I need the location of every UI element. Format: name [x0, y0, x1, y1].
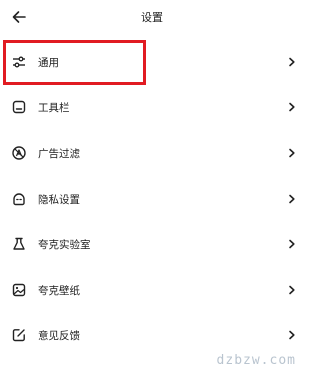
watermark: dzbzw.com: [216, 353, 296, 368]
chevron-right-icon: [287, 238, 297, 250]
settings-item-lab[interactable]: 夸克实验室: [0, 222, 304, 266]
chevron-right-icon: [287, 56, 297, 68]
settings-item-label: 夸克实验室: [38, 238, 91, 251]
edit-feedback-icon: [11, 327, 27, 343]
settings-item-label: 广告过滤: [38, 147, 80, 160]
image-icon: [11, 282, 27, 298]
page-title: 设置: [141, 11, 163, 24]
settings-item-privacy[interactable]: 隐私设置: [0, 177, 304, 221]
settings-item-label: 通用: [38, 56, 59, 69]
chevron-right-icon: [287, 101, 297, 113]
chevron-right-icon: [287, 147, 297, 159]
chevron-right-icon: [287, 193, 297, 205]
toolbar-icon: [11, 99, 27, 115]
ad-block-icon: [11, 145, 27, 161]
chevron-right-icon: [287, 329, 297, 341]
sliders-icon: [11, 54, 27, 70]
settings-item-general[interactable]: 通用: [0, 40, 304, 84]
settings-item-label: 夸克壁纸: [38, 284, 80, 297]
settings-item-label: 意见反馈: [38, 329, 80, 342]
settings-item-label: 工具栏: [38, 101, 70, 114]
settings-item-ad-filter[interactable]: 广告过滤: [0, 131, 304, 175]
settings-item-toolbar[interactable]: 工具栏: [0, 85, 304, 129]
settings-item-label: 隐私设置: [38, 193, 80, 206]
chevron-right-icon: [287, 284, 297, 296]
top-bar: 设置: [0, 0, 304, 38]
settings-item-wallpaper[interactable]: 夸克壁纸: [0, 268, 304, 312]
privacy-face-icon: [11, 191, 27, 207]
settings-item-feedback[interactable]: 意见反馈: [0, 313, 304, 357]
flask-icon: [11, 236, 27, 252]
